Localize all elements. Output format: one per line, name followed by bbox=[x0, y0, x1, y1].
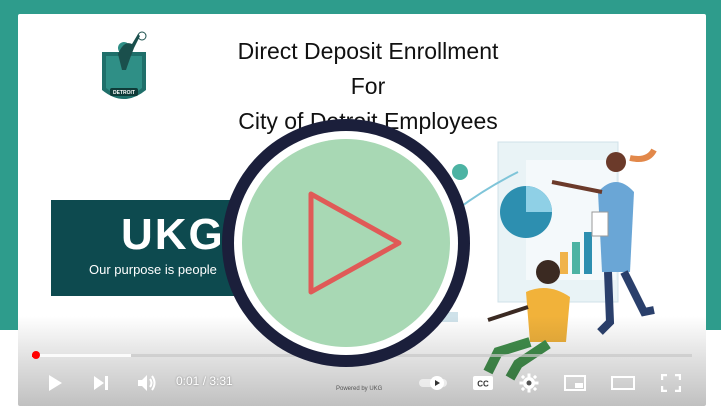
play-overlay-icon bbox=[211, 119, 481, 382]
svg-text:DETROIT: DETROIT bbox=[113, 90, 135, 96]
ukg-wordmark: UKG bbox=[121, 210, 225, 259]
progress-buffered bbox=[32, 354, 131, 357]
next-button[interactable] bbox=[86, 366, 116, 400]
slide-title-line-2: For bbox=[350, 73, 386, 99]
progress-scrubber-handle[interactable] bbox=[32, 351, 40, 359]
gear-icon bbox=[519, 373, 539, 393]
play-icon bbox=[47, 374, 63, 392]
next-icon bbox=[92, 375, 110, 391]
play-overlay-button[interactable] bbox=[211, 108, 481, 378]
settings-button[interactable] bbox=[514, 366, 544, 400]
slide-title-line-1: Direct Deposit Enrollment bbox=[237, 38, 499, 64]
theater-mode-button[interactable] bbox=[608, 366, 638, 400]
miniplayer-icon bbox=[564, 375, 586, 391]
volume-icon bbox=[137, 374, 157, 392]
volume-button[interactable] bbox=[132, 366, 162, 400]
theater-mode-icon bbox=[611, 375, 635, 391]
powered-by-label: Powered by UKG bbox=[336, 386, 383, 392]
fullscreen-icon bbox=[661, 374, 681, 392]
video-player[interactable]: Direct Deposit Enrollment For City of De… bbox=[18, 14, 706, 406]
ukg-tagline: Our purpose is people bbox=[89, 262, 217, 277]
play-button[interactable] bbox=[40, 366, 70, 400]
city-of-detroit-logo: DETROIT bbox=[96, 30, 152, 110]
miniplayer-button[interactable] bbox=[560, 366, 590, 400]
fullscreen-button[interactable] bbox=[656, 366, 686, 400]
